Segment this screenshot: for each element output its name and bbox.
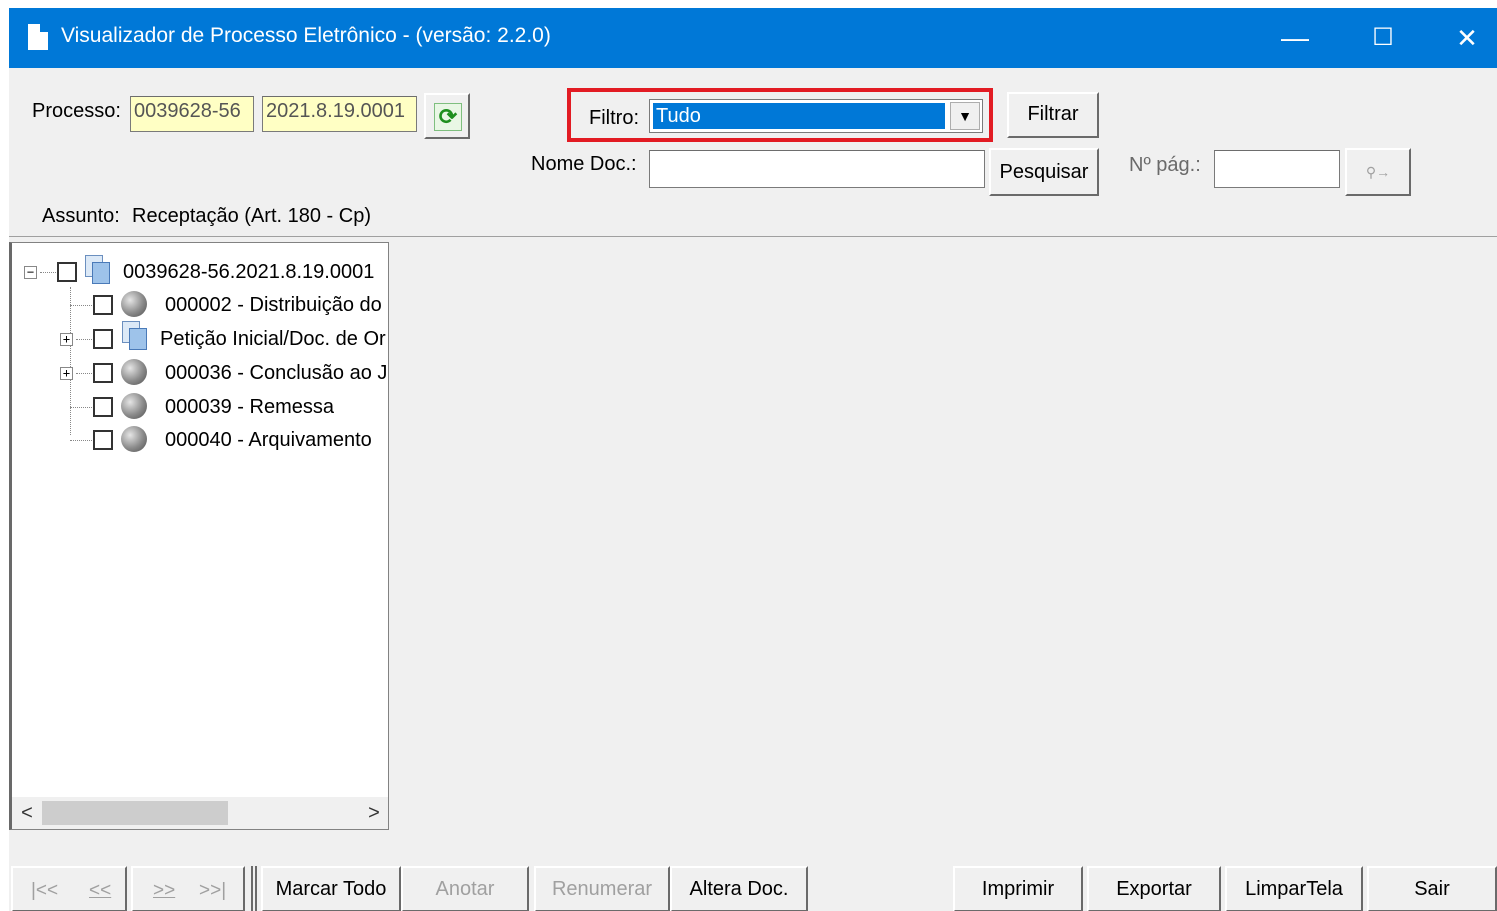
- limpar-tela-button[interactable]: LimparTela: [1225, 866, 1363, 911]
- pesquisar-label: Pesquisar: [999, 161, 1089, 183]
- processo-number-field[interactable]: 0039628-56: [130, 96, 254, 132]
- exportar-label: Exportar: [1116, 878, 1192, 900]
- app-window: Visualizador de Processo Eletrônico - (v…: [9, 8, 1497, 911]
- pesquisar-button[interactable]: Pesquisar: [989, 148, 1099, 196]
- tree-checkbox[interactable]: [93, 329, 113, 349]
- last-page-button[interactable]: >>|: [199, 880, 226, 902]
- processo-label: Processo:: [32, 100, 121, 122]
- tree-item[interactable]: 000036 - Conclusão ao Ju: [165, 358, 388, 388]
- tree-connector: [76, 339, 92, 340]
- collapse-icon[interactable]: −: [24, 266, 37, 279]
- nome-doc-label: Nome Doc.:: [531, 153, 637, 175]
- num-pag-input[interactable]: [1214, 150, 1340, 188]
- tree-connector: [70, 407, 92, 408]
- tree-checkbox[interactable]: [93, 363, 113, 383]
- maximize-button[interactable]: ☐: [1343, 8, 1423, 68]
- tree-item[interactable]: Petição Inicial/Doc. de Or: [160, 324, 386, 354]
- document-ball-icon: [121, 291, 147, 317]
- marcar-todos-label: Marcar Todo: [275, 878, 387, 900]
- refresh-button[interactable]: ⟳: [424, 93, 470, 139]
- first-page-button[interactable]: |<<: [31, 880, 58, 902]
- num-pag-label: Nº pág.:: [1129, 154, 1201, 176]
- anotar-button[interactable]: Anotar: [401, 866, 529, 911]
- imprimir-button[interactable]: Imprimir: [953, 866, 1083, 911]
- close-button[interactable]: ✕: [1427, 8, 1497, 68]
- tree-connector: [70, 440, 92, 441]
- filtrar-label: Filtrar: [1027, 103, 1079, 125]
- document-ball-icon: [121, 393, 147, 419]
- scroll-thumb[interactable]: [42, 801, 228, 825]
- altera-doc-label: Altera Doc.: [689, 878, 789, 900]
- minimize-button[interactable]: —: [1255, 8, 1335, 68]
- tree-connector: [70, 305, 92, 306]
- horizontal-scrollbar[interactable]: < >: [12, 797, 388, 829]
- prev-page-button[interactable]: <<: [89, 880, 111, 902]
- filtro-dropdown[interactable]: Tudo ▼: [649, 99, 983, 133]
- documents-icon: [122, 321, 147, 350]
- tree-checkbox[interactable]: [57, 262, 77, 282]
- window-title: Visualizador de Processo Eletrônico - (v…: [61, 24, 551, 47]
- marcar-todos-button[interactable]: Marcar Todo: [261, 866, 401, 911]
- expand-icon[interactable]: +: [60, 333, 73, 346]
- tree-root-label[interactable]: 0039628-56.2021.8.19.0001: [123, 257, 374, 287]
- exportar-button[interactable]: Exportar: [1087, 866, 1221, 911]
- sair-label: Sair: [1414, 878, 1450, 900]
- tree-item[interactable]: 000002 - Distribuição do: [165, 290, 382, 320]
- binoculars-icon: ⚲→: [1365, 164, 1391, 180]
- processo-year-field[interactable]: 2021.8.19.0001: [262, 96, 417, 132]
- imprimir-label: Imprimir: [981, 878, 1055, 900]
- document-ball-icon: [121, 426, 147, 452]
- next-page-button[interactable]: >>: [153, 880, 175, 902]
- renumerar-button[interactable]: Renumerar: [534, 866, 670, 911]
- tree-item[interactable]: 000040 - Arquivamento: [165, 425, 372, 455]
- scroll-right-icon[interactable]: >: [359, 797, 388, 829]
- document-ball-icon: [121, 359, 147, 385]
- title-bar[interactable]: Visualizador de Processo Eletrônico - (v…: [9, 8, 1497, 68]
- tree-checkbox[interactable]: [93, 430, 113, 450]
- altera-doc-button[interactable]: Altera Doc.: [670, 866, 808, 911]
- limpar-tela-label: LimparTela: [1245, 878, 1343, 900]
- filtro-selected-value: Tudo: [653, 103, 945, 129]
- document-tree[interactable]: − 0039628-56.2021.8.19.0001 000002 - Dis…: [9, 242, 389, 830]
- tree-connector: [70, 287, 71, 435]
- binoculars-go-button[interactable]: ⚲→: [1345, 148, 1411, 196]
- scroll-left-icon[interactable]: <: [12, 797, 42, 829]
- refresh-icon: ⟳: [434, 103, 462, 131]
- filtrar-button[interactable]: Filtrar: [1007, 92, 1099, 138]
- chevron-down-icon[interactable]: ▼: [950, 102, 980, 130]
- filtro-label: Filtro:: [589, 107, 639, 129]
- anotar-label: Anotar: [435, 878, 495, 900]
- nome-doc-input[interactable]: [649, 150, 985, 188]
- sair-button[interactable]: Sair: [1367, 866, 1497, 911]
- nav-button-group-left: |<< <<: [11, 866, 127, 911]
- toolbar-separator: [251, 866, 257, 911]
- assunto-label: Assunto:: [42, 205, 120, 227]
- nav-button-group-right: >> >>|: [131, 866, 245, 911]
- renumerar-label: Renumerar: [551, 878, 653, 900]
- tree-checkbox[interactable]: [93, 397, 113, 417]
- tree-checkbox[interactable]: [93, 295, 113, 315]
- divider: [9, 236, 1497, 237]
- tree-connector: [76, 373, 92, 374]
- expand-icon[interactable]: +: [60, 367, 73, 380]
- document-icon: [28, 24, 48, 50]
- documents-icon: [85, 255, 110, 284]
- assunto-value: Receptação (Art. 180 - Cp): [132, 205, 371, 227]
- tree-item[interactable]: 000039 - Remessa: [165, 392, 334, 422]
